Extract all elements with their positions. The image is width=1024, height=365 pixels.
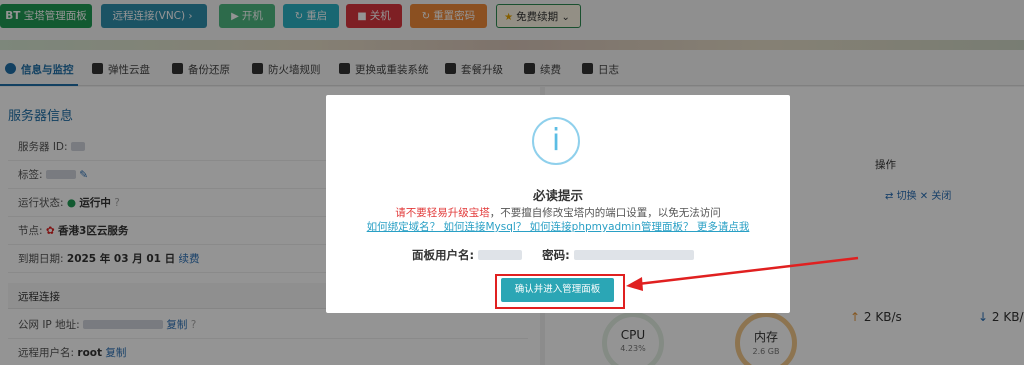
modal-title: 必读提示 — [532, 188, 583, 203]
help-links[interactable]: 如何绑定域名？ 如何连接Mysql？ 如何连接phpmyadmin管理面板？ 更… — [326, 219, 790, 234]
panel-username-label: 面板用户名: — [412, 248, 475, 262]
info-icon: i — [532, 117, 580, 165]
redacted-username — [478, 250, 523, 260]
warning-text: ，不要擅自修改宝塔内的端口设置，以免无法访问 — [489, 207, 721, 219]
notice-modal: i 必读提示 请不要轻易升级宝塔，不要擅自修改宝塔内的端口设置，以免无法访问 如… — [326, 95, 790, 313]
credentials-row: 面板用户名: 密码: — [412, 247, 694, 263]
redacted-password — [573, 250, 694, 260]
panel-password-label: 密码: — [542, 248, 570, 262]
confirm-enter-panel-button[interactable]: 确认并进入管理面板 — [501, 278, 614, 302]
modal-warning: 请不要轻易升级宝塔，不要擅自修改宝塔内的端口设置，以免无法访问 — [326, 205, 790, 220]
warning-red-text: 请不要轻易升级宝塔 — [395, 207, 490, 219]
